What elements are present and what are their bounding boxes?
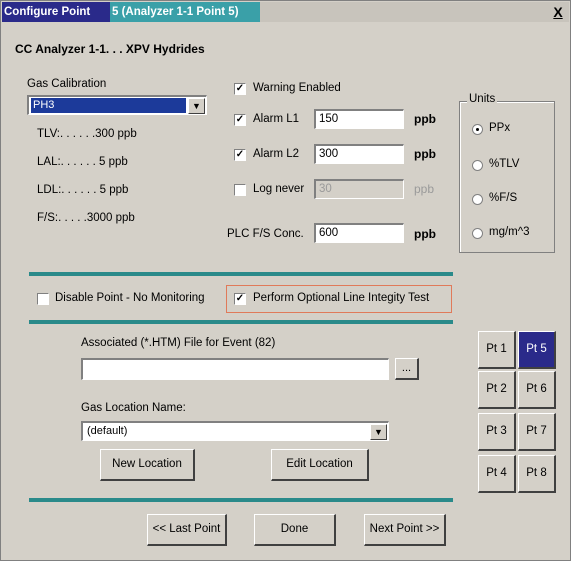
disable-point-label: Disable Point - No Monitoring xyxy=(55,292,205,304)
warning-enabled-label: Warning Enabled xyxy=(253,82,341,94)
units-fs-label: %F/S xyxy=(489,192,518,204)
configure-point-dialog: Configure Point 5 (Analyzer 1-1 Point 5)… xyxy=(0,0,571,561)
point-button-pt4[interactable]: Pt 4 xyxy=(478,455,516,493)
browse-button[interactable]: ... xyxy=(395,358,419,380)
plc-fs-input[interactable]: 600 xyxy=(314,223,404,243)
next-point-button[interactable]: Next Point >> xyxy=(364,514,446,546)
line-integrity-label: Perform Optional Line Integity Test xyxy=(253,292,430,304)
point-button-pt5[interactable]: Pt 5 xyxy=(518,331,556,369)
separator-middle xyxy=(29,320,453,324)
alarm-l1-input[interactable]: 150 xyxy=(314,109,404,129)
disable-point-checkbox[interactable] xyxy=(37,293,49,305)
event-file-label: Associated (*.HTM) File for Event (82) xyxy=(81,337,276,349)
close-button[interactable]: X xyxy=(551,4,565,20)
lal-readout: LAL:. . . . . . 5 ppb xyxy=(37,156,128,168)
plc-fs-unit: ppb xyxy=(414,227,436,241)
point-button-pt1[interactable]: Pt 1 xyxy=(478,331,516,369)
point-button-pt8[interactable]: Pt 8 xyxy=(518,455,556,493)
alarm-l1-checkbox[interactable]: ✓ xyxy=(234,114,246,126)
units-tlv-label: %TLV xyxy=(489,158,520,170)
warning-enabled-checkbox[interactable]: ✓ xyxy=(234,83,246,95)
line-integrity-checkbox[interactable]: ✓ xyxy=(234,293,246,305)
title-bar: Configure Point 5 (Analyzer 1-1 Point 5)… xyxy=(2,2,569,22)
units-mgm3-radio[interactable] xyxy=(472,228,483,239)
point-button-pt6[interactable]: Pt 6 xyxy=(518,371,556,409)
new-location-button[interactable]: New Location xyxy=(100,449,195,481)
point-button-pt7[interactable]: Pt 7 xyxy=(518,413,556,451)
chevron-down-icon[interactable]: ▼ xyxy=(188,98,205,114)
ldl-readout: LDL:. . . . . . 5 ppb xyxy=(37,184,129,196)
units-mgm3-label: mg/m^3 xyxy=(489,226,530,238)
alarm-l2-unit: ppb xyxy=(414,147,436,161)
fs-readout: F/S:. . . . .3000 ppb xyxy=(37,212,135,224)
event-file-input[interactable] xyxy=(81,358,389,380)
log-never-unit: ppb xyxy=(414,182,435,196)
log-never-checkbox[interactable] xyxy=(234,184,246,196)
chevron-down-icon[interactable]: ▼ xyxy=(370,424,387,440)
gas-location-label: Gas Location Name: xyxy=(81,402,186,414)
alarm-l1-label: Alarm L1 xyxy=(253,113,300,125)
window-title-secondary: 5 (Analyzer 1-1 Point 5) xyxy=(110,2,260,22)
tlv-readout: TLV:. . . . . .300 ppb xyxy=(37,128,137,140)
units-ppx-label: PPx xyxy=(489,122,511,134)
separator-top xyxy=(29,272,453,276)
window-title-primary: Configure Point xyxy=(2,2,110,22)
alarm-l1-unit: ppb xyxy=(414,112,436,126)
units-tlv-radio[interactable] xyxy=(472,160,483,171)
analyzer-subtitle: CC Analyzer 1-1. . . XPV Hydrides xyxy=(15,42,205,56)
done-button[interactable]: Done xyxy=(254,514,336,546)
alarm-l2-input[interactable]: 300 xyxy=(314,144,404,164)
plc-fs-label: PLC F/S Conc. xyxy=(227,228,304,240)
units-group-title: Units xyxy=(467,93,498,105)
units-fs-radio[interactable] xyxy=(472,194,483,205)
last-point-button[interactable]: << Last Point xyxy=(147,514,227,546)
separator-bottom xyxy=(29,498,453,502)
alarm-l2-checkbox[interactable]: ✓ xyxy=(234,149,246,161)
gas-location-select[interactable]: (default) ▼ xyxy=(81,421,389,441)
gas-calibration-select[interactable]: PH3 ▼ xyxy=(27,95,207,115)
log-never-input: 30 xyxy=(314,179,404,199)
edit-location-button[interactable]: Edit Location xyxy=(271,449,369,481)
point-button-pt3[interactable]: Pt 3 xyxy=(478,413,516,451)
alarm-l2-label: Alarm L2 xyxy=(253,148,300,160)
gas-calibration-label: Gas Calibration xyxy=(27,78,107,90)
gas-calibration-value: PH3 xyxy=(31,98,186,113)
units-ppx-radio[interactable] xyxy=(472,124,483,135)
point-button-pt2[interactable]: Pt 2 xyxy=(478,371,516,409)
log-never-label: Log never xyxy=(253,183,305,195)
gas-location-value: (default) xyxy=(87,425,128,437)
